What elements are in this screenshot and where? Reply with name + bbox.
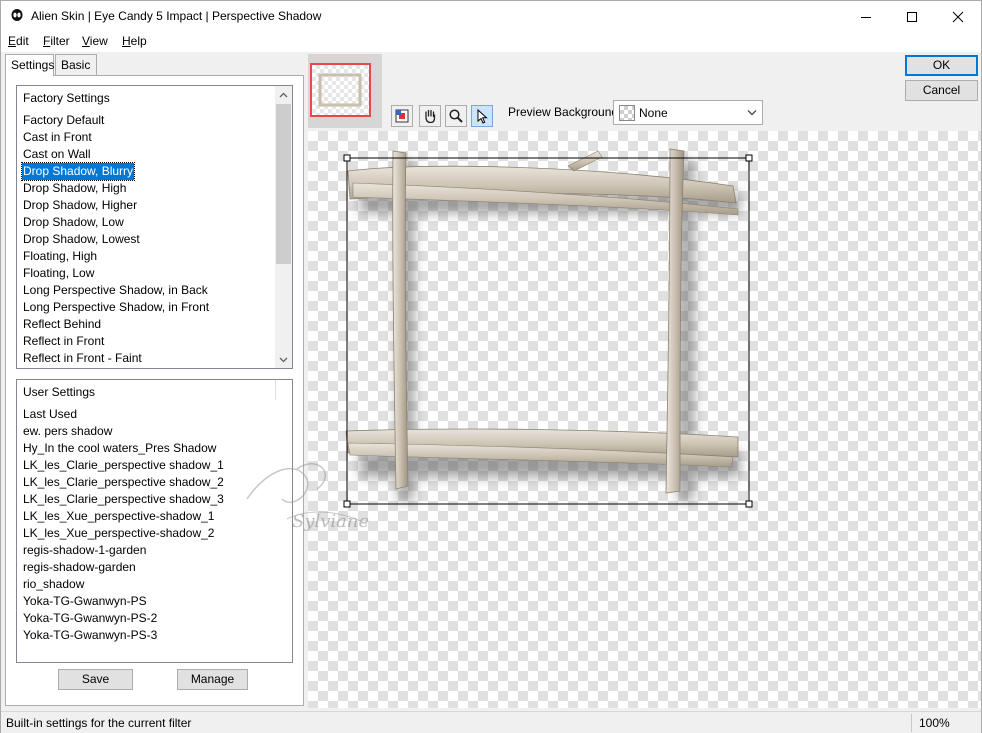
- cancel-button[interactable]: Cancel: [905, 80, 978, 101]
- user-setting-item[interactable]: Hy_In the cool waters_Pres Shadow: [22, 441, 217, 455]
- factory-setting-item[interactable]: Drop Shadow, Blurry: [20, 162, 136, 181]
- zoom-icon: [449, 109, 463, 123]
- menu-bar: Edit Filter View Help: [1, 32, 981, 52]
- menu-filter[interactable]: Filter: [43, 34, 70, 48]
- close-icon: [952, 11, 964, 22]
- factory-settings-rows: Factory Default Cast in Front Cast on Wall…: [20, 112, 210, 367]
- app-window: Alien Skin | Eye Candy 5 Impact | Perspe…: [0, 0, 982, 733]
- user-setting-item[interactable]: Yoka-TG-Gwanwyn-PS-2: [22, 611, 158, 625]
- list-divider: [275, 380, 276, 400]
- user-setting-item[interactable]: LK_les_Xue_perspective-shadow_2: [22, 526, 215, 540]
- maximize-icon: [907, 11, 917, 22]
- factory-settings-header: Factory Settings: [23, 91, 110, 105]
- user-settings-rows: Last Used ew. pers shadow Hy_In the cool w…: [22, 406, 225, 644]
- zoom-level: 100%: [919, 716, 950, 730]
- preview-background-label: Preview Background:: [508, 105, 622, 119]
- factory-setting-item[interactable]: Cast on Wall: [22, 147, 92, 161]
- factory-setting-item[interactable]: Reflect Behind: [22, 317, 102, 331]
- save-button[interactable]: Save: [58, 669, 133, 690]
- preview-toggle-icon: [395, 109, 409, 123]
- menu-edit[interactable]: Edit: [8, 34, 29, 48]
- alien-skin-icon: [11, 9, 23, 21]
- arrow-pointer-icon: [477, 108, 488, 124]
- factory-settings-list[interactable]: Factory Settings Factory Default Cast in …: [16, 85, 293, 369]
- navigator-thumbnail[interactable]: [308, 54, 382, 128]
- scroll-up-button[interactable]: [275, 86, 292, 103]
- chevron-up-icon: [279, 92, 288, 97]
- factory-scrollbar[interactable]: [275, 86, 292, 368]
- zoom-tool-button[interactable]: [445, 105, 467, 127]
- settings-panel: Factory Settings Factory Default Cast in …: [5, 75, 304, 706]
- user-setting-item[interactable]: LK_les_Xue_perspective-shadow_1: [22, 509, 215, 523]
- tab-basic[interactable]: Basic: [55, 54, 97, 75]
- factory-setting-item[interactable]: Factory Default: [22, 113, 105, 127]
- preview-toggle-button[interactable]: [391, 105, 413, 127]
- chevron-down-icon: [747, 110, 757, 116]
- sylviane-watermark: Sylviane: [246, 462, 369, 532]
- factory-setting-item[interactable]: Drop Shadow, Lowest: [22, 232, 141, 246]
- factory-setting-item[interactable]: Drop Shadow, Low: [22, 215, 125, 229]
- menu-view[interactable]: View: [82, 34, 108, 48]
- user-setting-item[interactable]: LK_les_Clarie_perspective shadow_3: [22, 492, 225, 506]
- user-setting-item[interactable]: Last Used: [22, 407, 78, 421]
- factory-setting-item[interactable]: Drop Shadow, High: [22, 181, 127, 195]
- factory-setting-item[interactable]: Long Perspective Shadow, in Back: [22, 283, 209, 297]
- status-divider: [911, 714, 912, 732]
- factory-setting-item[interactable]: Long Perspective Shadow, in Front: [22, 300, 210, 314]
- preview-canvas[interactable]: [308, 131, 981, 708]
- factory-setting-item[interactable]: Reflect in Front: [22, 334, 105, 348]
- frame-preview-image: [343, 148, 753, 508]
- scroll-down-button[interactable]: [275, 351, 292, 368]
- navigator-viewport[interactable]: [310, 63, 371, 117]
- scroll-thumb[interactable]: [276, 104, 291, 264]
- user-setting-item[interactable]: LK_les_Clarie_perspective shadow_2: [22, 475, 225, 489]
- chevron-down-icon: [279, 357, 288, 362]
- window-title: Alien Skin | Eye Candy 5 Impact | Perspe…: [31, 9, 322, 23]
- user-setting-item[interactable]: regis-shadow-garden: [22, 560, 137, 574]
- hand-tool-button[interactable]: [419, 105, 441, 127]
- close-button[interactable]: [935, 1, 981, 32]
- tab-settings[interactable]: Settings: [5, 54, 54, 76]
- status-message: Built-in settings for the current filter: [6, 716, 192, 730]
- user-setting-item[interactable]: rio_shadow: [22, 577, 85, 591]
- user-settings-header: User Settings: [23, 385, 96, 399]
- watermark-text: Sylviane: [292, 511, 369, 532]
- maximize-button[interactable]: [889, 1, 935, 32]
- factory-setting-item[interactable]: Floating, High: [22, 249, 98, 263]
- user-setting-item[interactable]: Yoka-TG-Gwanwyn-PS-3: [22, 628, 158, 642]
- ok-button[interactable]: OK: [905, 55, 978, 76]
- user-setting-item[interactable]: ew. pers shadow: [22, 424, 113, 438]
- status-bar: Built-in settings for the current filter…: [1, 711, 981, 733]
- preview-background-select[interactable]: None: [613, 100, 763, 125]
- factory-setting-item[interactable]: Cast in Front: [22, 130, 93, 144]
- minimize-icon: [861, 16, 871, 18]
- title-bar: Alien Skin | Eye Candy 5 Impact | Perspe…: [1, 1, 981, 32]
- factory-setting-item[interactable]: Drop Shadow, Higher: [22, 198, 138, 212]
- thumbnail-frame-image: [318, 73, 362, 107]
- user-setting-item[interactable]: Yoka-TG-Gwanwyn-PS: [22, 594, 148, 608]
- manage-button[interactable]: Manage: [177, 669, 248, 690]
- preview-background-value: None: [639, 106, 668, 120]
- pointer-tool-button[interactable]: [471, 105, 493, 127]
- user-setting-item[interactable]: regis-shadow-1-garden: [22, 543, 147, 557]
- menu-help[interactable]: Help: [122, 34, 147, 48]
- minimize-button[interactable]: [843, 1, 889, 32]
- hand-icon: [425, 109, 436, 124]
- user-setting-item[interactable]: LK_les_Clarie_perspective shadow_1: [22, 458, 225, 472]
- factory-setting-item[interactable]: Floating, Low: [22, 266, 95, 280]
- factory-setting-item[interactable]: Reflect in Front - Faint: [22, 351, 143, 365]
- transparency-swatch-icon: [619, 105, 635, 121]
